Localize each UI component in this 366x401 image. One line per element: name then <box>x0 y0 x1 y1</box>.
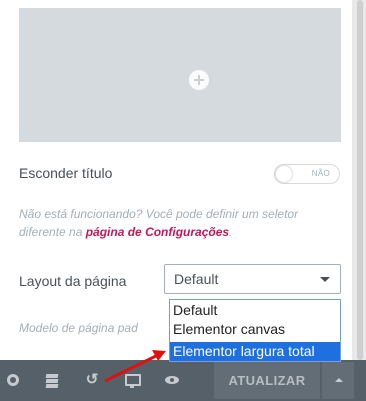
page-layout-option-full-width[interactable]: Elementor largura total <box>170 342 340 361</box>
toggle-knob <box>276 166 292 182</box>
chevron-down-icon <box>320 277 330 282</box>
scrollbar-thumb[interactable] <box>357 0 363 360</box>
eye-icon[interactable] <box>164 372 180 388</box>
caret-up-icon <box>335 378 343 382</box>
gear-icon[interactable] <box>5 372 21 388</box>
page-layout-select[interactable]: Default <box>164 264 341 294</box>
desktop-icon[interactable] <box>124 372 141 388</box>
hide-title-label: Esconder título <box>19 165 113 181</box>
help-note-suffix: . <box>229 225 233 239</box>
update-button[interactable]: ATUALIZAR <box>214 362 320 399</box>
page-layout-label: Layout da página <box>19 273 127 289</box>
panel-scrollbar[interactable] <box>352 0 366 360</box>
settings-page-link[interactable]: página de Configurações <box>86 225 229 239</box>
featured-image-placeholder[interactable] <box>19 8 341 142</box>
update-options-button[interactable] <box>322 362 354 399</box>
page-layout-option-default[interactable]: Default <box>170 301 340 320</box>
toggle-state-text: NÃO <box>311 169 330 178</box>
page-layout-selected-value: Default <box>174 271 219 287</box>
layers-icon[interactable] <box>44 372 60 388</box>
history-icon[interactable]: ↺ <box>84 372 100 388</box>
help-note: Não está funcionando? Você pode definir … <box>19 205 341 241</box>
page-layout-dropdown-list: Default Elementor canvas Elementor largu… <box>169 299 341 362</box>
add-image-icon[interactable] <box>189 70 209 90</box>
page-model-note: Modelo de página pad <box>19 321 138 335</box>
page-layout-option-canvas[interactable]: Elementor canvas <box>170 320 340 339</box>
hide-title-toggle[interactable]: NÃO <box>274 164 340 184</box>
